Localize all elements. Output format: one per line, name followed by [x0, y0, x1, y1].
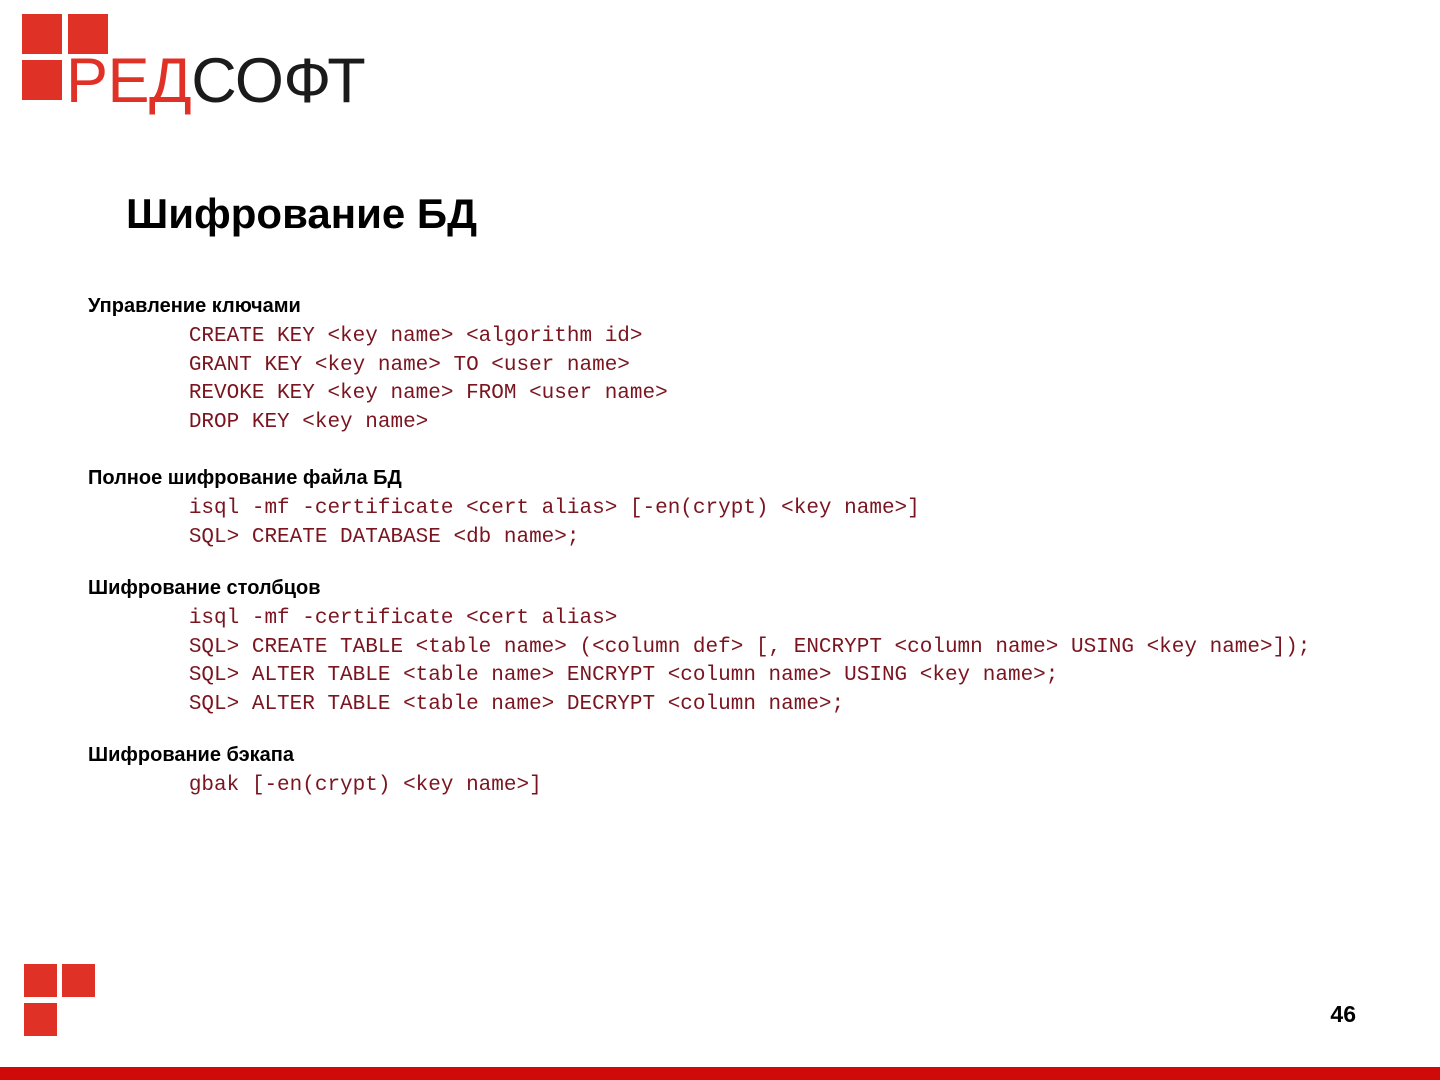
code-line: GRANT KEY <key name> TO <user name> — [88, 353, 630, 377]
section-key-management: Управление ключами CREATE KEY <key name>… — [88, 296, 1388, 437]
section-heading: Шифрование бэкапа — [88, 744, 295, 766]
page-title: Шифрование БД — [126, 190, 478, 237]
logo-square-top-left — [22, 14, 62, 54]
slide-content: Управление ключами CREATE KEY <key name>… — [88, 296, 1388, 801]
code-line: SQL> CREATE TABLE <table name> (<column … — [88, 635, 1311, 659]
code-block: CREATE KEY <key name> <algorithm id> GRA… — [88, 323, 1388, 437]
code-line: isql -mf -certificate <cert alias> — [88, 607, 618, 630]
logo-wordmark-dark: СОФТ — [191, 46, 366, 116]
section-heading: Управление ключами — [88, 295, 301, 317]
footer-logo-square-top-right — [62, 964, 95, 997]
code-line: DROP KEY <key name> — [88, 410, 429, 434]
logo-wordmark-red: РЕД — [66, 46, 192, 116]
logo-square-bottom-left — [22, 60, 62, 100]
code-line: gbak [-en(crypt) <key name>] — [88, 774, 542, 797]
logo-wordmark: РЕДСОФТ — [66, 50, 366, 113]
code-line: CREATE KEY <key name> <algorithm id> — [88, 325, 643, 348]
code-block: isql -mf -certificate <cert alias> [-en(… — [88, 495, 1388, 552]
section-backup-encryption: Шифрование бэкапа gbak [-en(crypt) <key … — [88, 745, 1388, 801]
footer-logo — [22, 964, 112, 1036]
code-block: isql -mf -certificate <cert alias> SQL> … — [88, 605, 1388, 719]
section-heading: Полное шифрование файла БД — [88, 467, 402, 489]
header-logo: РЕДСОФТ — [18, 12, 438, 113]
code-block: gbak [-en(crypt) <key name>] — [88, 772, 1388, 801]
section-heading: Шифрование столбцов — [88, 577, 321, 599]
code-line: isql -mf -certificate <cert alias> [-en(… — [88, 497, 920, 520]
section-full-file-encryption: Полное шифрование файла БД isql -mf -cer… — [88, 468, 1388, 552]
code-line: SQL> ALTER TABLE <table name> ENCRYPT <c… — [88, 664, 1059, 687]
footer-logo-square-bottom-left — [24, 1003, 57, 1036]
footer-accent-bar — [0, 1067, 1440, 1080]
code-line: SQL> ALTER TABLE <table name> DECRYPT <c… — [88, 692, 845, 716]
page-number: 46 — [1330, 1001, 1356, 1027]
code-line: REVOKE KEY <key name> FROM <user name> — [88, 382, 668, 405]
code-line: SQL> CREATE DATABASE <db name>; — [88, 525, 580, 549]
footer-logo-square-top-left — [24, 964, 57, 997]
section-column-encryption: Шифрование столбцов isql -mf -certificat… — [88, 578, 1388, 719]
